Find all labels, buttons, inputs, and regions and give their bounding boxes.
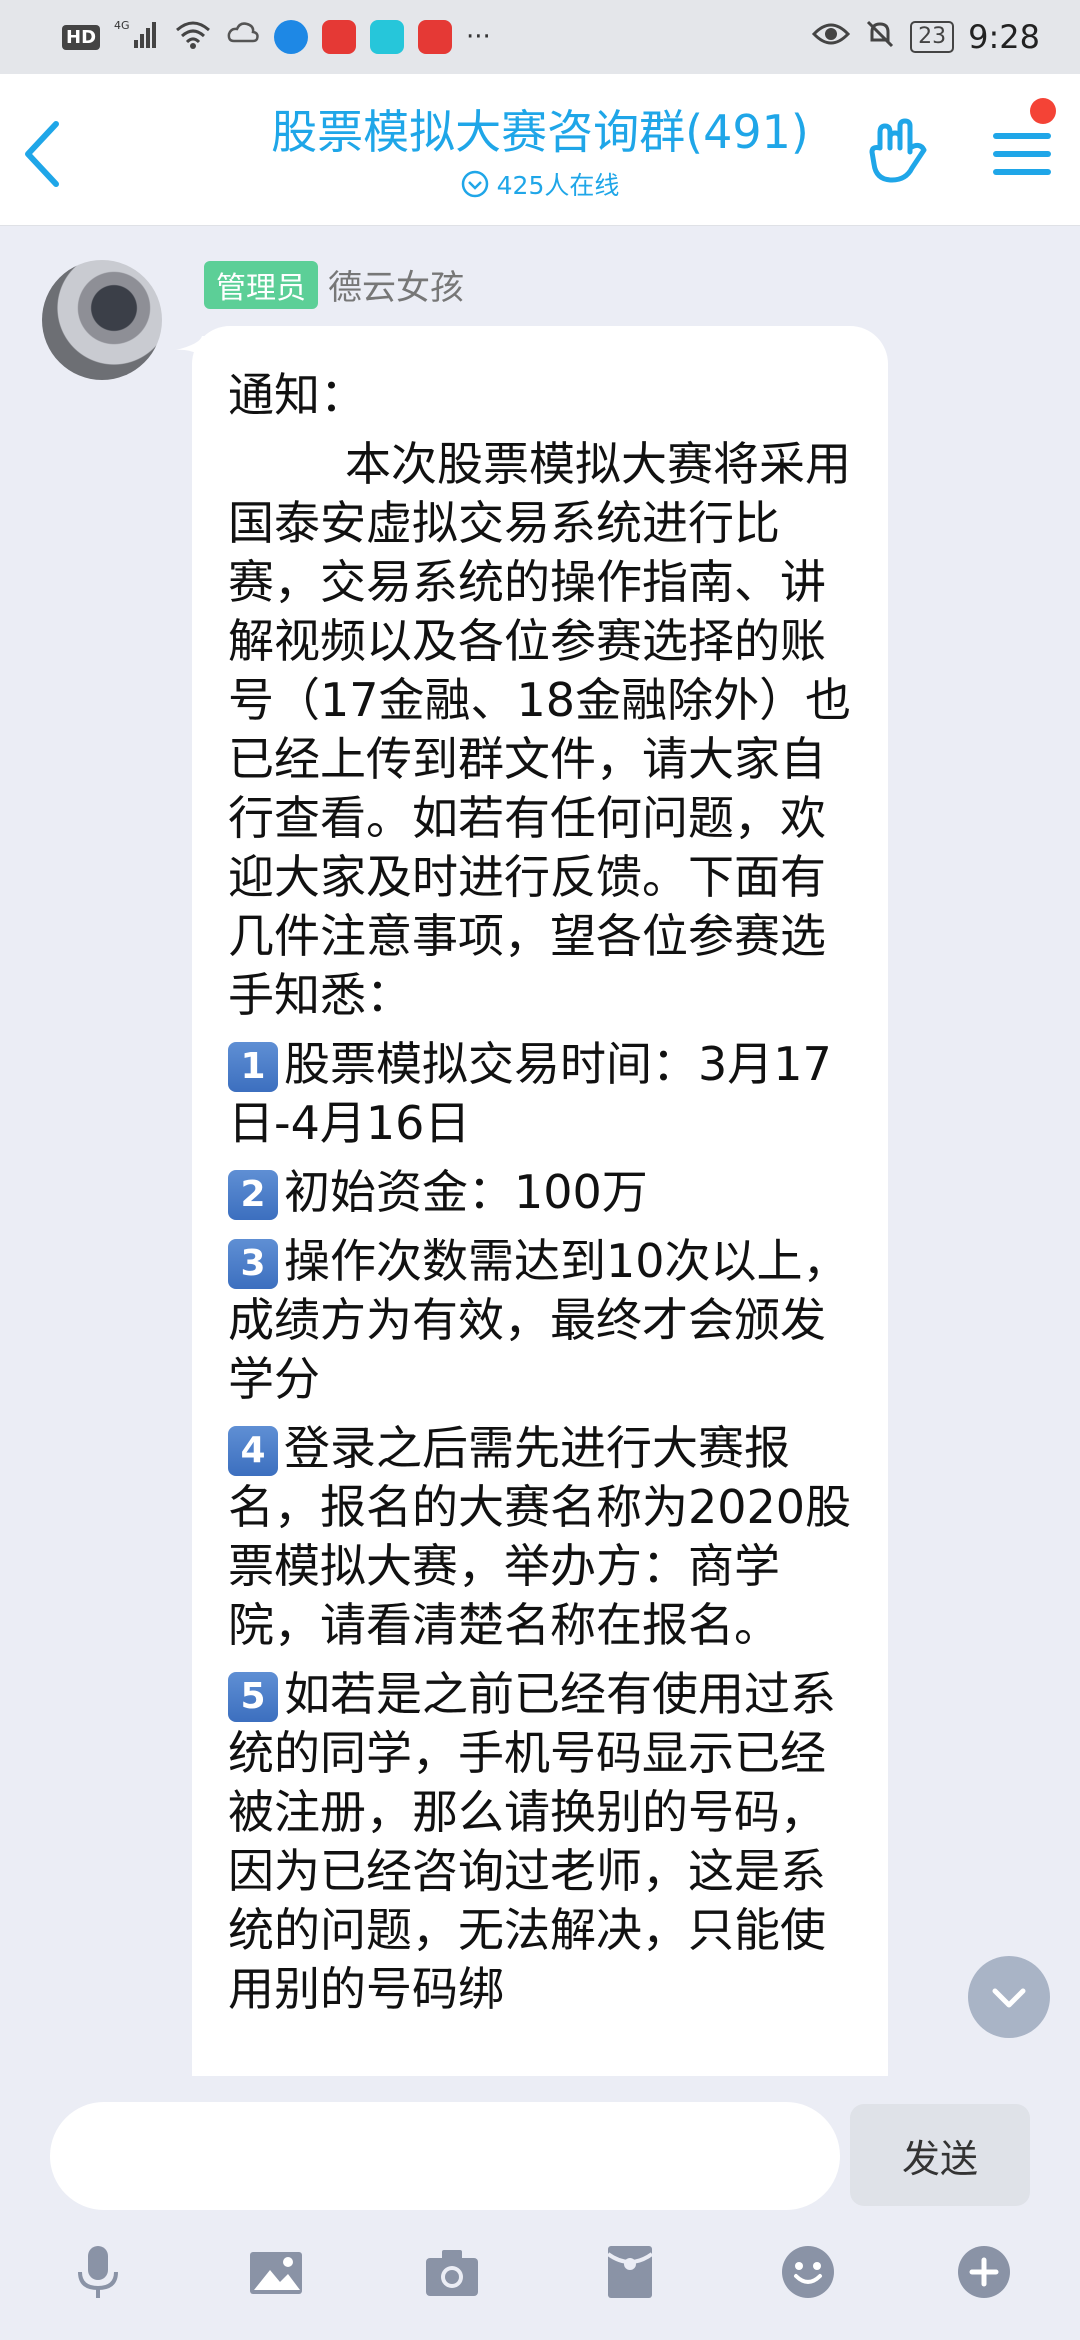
keycap-three-icon: 3: [228, 1239, 278, 1289]
group-title-area[interactable]: 股票模拟大赛咨询群(491) 425人在线: [200, 96, 880, 202]
list-item-text: 初始资金：100万: [284, 1165, 648, 1219]
huawei-app-icon: [322, 20, 357, 54]
eye-icon: [812, 20, 851, 55]
camera-icon[interactable]: [420, 2240, 484, 2304]
hamburger-menu-icon: [993, 133, 1051, 175]
list-item-text: 股票模拟交易时间：3月17日-4月16日: [228, 1037, 832, 1150]
list-item-text: 登录之后需先进行大赛报名，报名的大赛名称为2020股票模拟大赛，举办方：商学院，…: [228, 1421, 852, 1652]
group-title: 股票模拟大赛咨询群(491): [271, 105, 809, 159]
signal-icon: 4G: [114, 18, 160, 57]
emoji-icon[interactable]: [776, 2240, 840, 2304]
list-item-text: 操作次数需达到10次以上，成绩方为有效，最终才会颁发学分: [228, 1234, 849, 1406]
keycap-four-icon: 4: [228, 1426, 278, 1476]
status-left: HD 4G ···: [62, 18, 491, 57]
online-status: 425人在线: [200, 166, 880, 202]
robot-app-icon: [370, 20, 405, 54]
keycap-five-icon: 5: [228, 1672, 278, 1722]
list-item: 1 股票模拟交易时间：3月17日-4月16日: [228, 1035, 852, 1153]
keycap-one-icon: 1: [228, 1042, 278, 1092]
chevron-down-icon: [992, 1988, 1026, 2008]
message-heading: 通知：: [228, 368, 366, 422]
status-bar: HD 4G ··· 23 9:28: [0, 0, 1080, 74]
group-action-button[interactable]: [862, 118, 934, 190]
keycap-two-icon: 2: [228, 1170, 278, 1220]
scroll-to-bottom-button[interactable]: [968, 1956, 1050, 2038]
battery-icon: 23: [910, 21, 955, 53]
book-app-icon: [418, 20, 453, 54]
more-notifications-icon: ···: [466, 22, 491, 52]
microphone-icon[interactable]: [66, 2240, 130, 2304]
mute-bell-icon: [864, 18, 896, 57]
list-item: 5 如若是之前已经有使用过系统的同学，手机号码显示已经被注册，那么请换别的号码，因…: [228, 1665, 852, 2019]
image-icon[interactable]: [244, 2240, 308, 2304]
input-toolbar: [0, 2240, 1080, 2320]
browser-app-icon: [274, 20, 309, 54]
notification-dot: [1030, 98, 1056, 124]
wifi-icon: [174, 18, 212, 57]
plus-icon[interactable]: [952, 2240, 1016, 2304]
sender-name[interactable]: 德云女孩: [328, 260, 464, 309]
chat-message-list[interactable]: 管理员 德云女孩 通知： 本次股票模拟大赛将采用国泰安虚拟交易系统进行比赛，交易…: [0, 226, 1080, 2076]
chat-header: 股票模拟大赛咨询群(491) 425人在线: [0, 74, 1080, 226]
online-count: 425人在线: [496, 171, 620, 200]
avatar[interactable]: [42, 260, 162, 380]
list-item: 3 操作次数需达到10次以上，成绩方为有效，最终才会颁发学分: [228, 1232, 852, 1409]
message-bubble[interactable]: 通知： 本次股票模拟大赛将采用国泰安虚拟交易系统进行比赛，交易系统的操作指南、讲…: [192, 326, 888, 2076]
hd-icon: HD: [62, 24, 101, 50]
chevron-left-icon: [25, 121, 59, 187]
menu-button[interactable]: [990, 120, 1056, 186]
input-bar: 发送: [0, 2076, 1080, 2340]
list-item: 2 初始资金：100万: [228, 1163, 852, 1222]
chevron-circle-icon: [461, 170, 488, 198]
sender-info: 管理员 德云女孩: [204, 260, 464, 309]
message-input[interactable]: [50, 2102, 840, 2210]
hand-gesture-icon: [869, 118, 927, 183]
red-packet-icon[interactable]: [598, 2240, 662, 2304]
message-intro: 本次股票模拟大赛将采用国泰安虚拟交易系统进行比赛，交易系统的操作指南、讲解视频以…: [228, 435, 852, 1025]
status-right: 23 9:28: [812, 18, 1040, 57]
admin-badge: 管理员: [204, 260, 318, 309]
back-button[interactable]: [16, 114, 76, 194]
list-item-text: 如若是之前已经有使用过系统的同学，手机号码显示已经被注册，那么请换别的号码，因为…: [228, 1667, 836, 2016]
send-button[interactable]: 发送: [850, 2104, 1030, 2206]
clock-time: 9:28: [968, 18, 1040, 56]
network-type-text: 4G: [114, 19, 130, 32]
cloud-icon: [226, 19, 260, 56]
message-intro-text: 本次股票模拟大赛将采用国泰安虚拟交易系统进行比赛，交易系统的操作指南、讲解视频以…: [228, 437, 852, 1022]
list-item: 4 登录之后需先进行大赛报名，报名的大赛名称为2020股票模拟大赛，举办方：商学院…: [228, 1419, 852, 1655]
